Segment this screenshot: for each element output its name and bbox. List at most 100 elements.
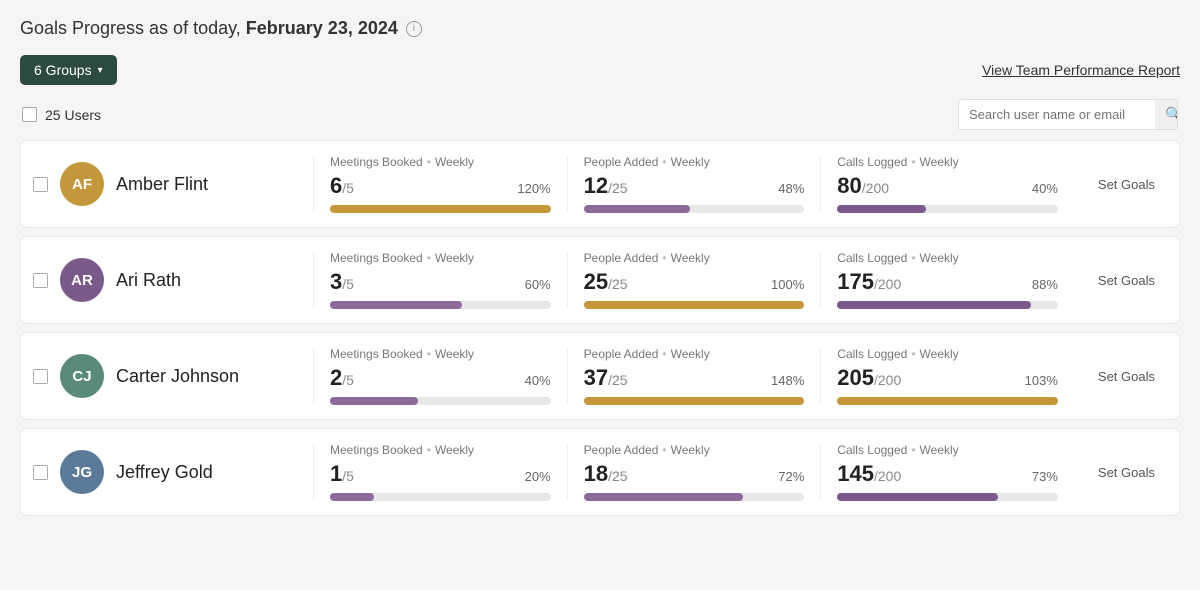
progress-bar-fill	[837, 397, 1058, 405]
metric-label-text: People Added	[584, 155, 659, 169]
metric-label: Calls Logged•Weekly	[837, 347, 1058, 361]
metric-label-text: People Added	[584, 251, 659, 265]
user-checkbox[interactable]	[33, 465, 48, 480]
table-row: AFAmber FlintMeetings Booked•Weekly 6/5 …	[20, 140, 1180, 228]
dot: •	[662, 347, 666, 361]
page-title: Goals Progress as of today, February 23,…	[20, 18, 398, 39]
metric-number: 205	[837, 365, 874, 390]
metric-label-text: Calls Logged	[837, 443, 907, 457]
metric-value: 1/5	[330, 461, 354, 487]
set-goals-button[interactable]: Set Goals	[1090, 173, 1163, 196]
dot: •	[427, 443, 431, 457]
metric-number: 18	[584, 461, 608, 486]
set-goals-button[interactable]: Set Goals	[1090, 269, 1163, 292]
users-bar: 25 Users 🔍	[20, 99, 1180, 130]
toolbar: 6 Groups ▾ View Team Performance Report	[20, 55, 1180, 85]
metric-period: Weekly	[920, 443, 959, 457]
metric-label: People Added•Weekly	[584, 251, 805, 265]
metric-values: 1/5 20%	[330, 461, 551, 487]
metric-goal: /5	[342, 180, 354, 196]
dot: •	[911, 251, 915, 265]
metric-label-text: Meetings Booked	[330, 251, 423, 265]
set-goals-button[interactable]: Set Goals	[1090, 461, 1163, 484]
metric-block: Meetings Booked•Weekly 1/5 20%	[313, 443, 567, 501]
progress-bar-bg	[330, 493, 551, 501]
info-icon[interactable]: i	[406, 21, 422, 37]
metric-number: 3	[330, 269, 342, 294]
metric-period: Weekly	[671, 155, 710, 169]
metric-number: 145	[837, 461, 874, 486]
metric-percent: 40%	[525, 373, 551, 388]
user-checkbox[interactable]	[33, 273, 48, 288]
user-checkbox[interactable]	[33, 369, 48, 384]
dot: •	[911, 155, 915, 169]
search-box: 🔍	[958, 99, 1178, 130]
metric-value: 18/25	[584, 461, 628, 487]
metric-goal: /200	[862, 180, 889, 196]
dot: •	[427, 347, 431, 361]
set-goals-button[interactable]: Set Goals	[1090, 365, 1163, 388]
search-input[interactable]	[959, 101, 1155, 128]
user-name: Amber Flint	[116, 174, 208, 195]
metric-label: Calls Logged•Weekly	[837, 251, 1058, 265]
metric-number: 12	[584, 173, 608, 198]
progress-bar-fill	[584, 397, 805, 405]
metrics-area: Meetings Booked•Weekly 2/5 40% People Ad…	[313, 347, 1074, 405]
progress-bar-bg	[584, 493, 805, 501]
user-name: Jeffrey Gold	[116, 462, 213, 483]
metric-values: 37/25 148%	[584, 365, 805, 391]
metric-label: Meetings Booked•Weekly	[330, 347, 551, 361]
metric-block: Calls Logged•Weekly 175/200 88%	[820, 251, 1074, 309]
metric-values: 175/200 88%	[837, 269, 1058, 295]
progress-bar-bg	[837, 205, 1058, 213]
metric-number: 80	[837, 173, 861, 198]
metric-label: People Added•Weekly	[584, 347, 805, 361]
progress-bar-fill	[837, 493, 998, 501]
user-checkbox[interactable]	[33, 177, 48, 192]
progress-bar-bg	[837, 493, 1058, 501]
metric-number: 25	[584, 269, 608, 294]
metric-label-text: Meetings Booked	[330, 347, 423, 361]
metric-value: 145/200	[837, 461, 901, 487]
metrics-area: Meetings Booked•Weekly 3/5 60% People Ad…	[313, 251, 1074, 309]
progress-bar-bg	[837, 397, 1058, 405]
metric-number: 37	[584, 365, 608, 390]
metric-value: 37/25	[584, 365, 628, 391]
metric-values: 6/5 120%	[330, 173, 551, 199]
metric-value: 2/5	[330, 365, 354, 391]
progress-bar-bg	[584, 397, 805, 405]
view-report-button[interactable]: View Team Performance Report	[982, 62, 1180, 78]
metrics-area: Meetings Booked•Weekly 6/5 120% People A…	[313, 155, 1074, 213]
metric-block: Meetings Booked•Weekly 3/5 60%	[313, 251, 567, 309]
metric-period: Weekly	[671, 251, 710, 265]
table-row: ARAri RathMeetings Booked•Weekly 3/5 60%…	[20, 236, 1180, 324]
metric-number: 6	[330, 173, 342, 198]
metric-values: 145/200 73%	[837, 461, 1058, 487]
metric-label: People Added•Weekly	[584, 155, 805, 169]
metric-block: People Added•Weekly 25/25 100%	[567, 251, 821, 309]
metric-percent: 148%	[771, 373, 804, 388]
metric-percent: 100%	[771, 277, 804, 292]
select-all-checkbox[interactable]	[22, 107, 37, 122]
progress-bar-fill	[330, 301, 462, 309]
progress-bar-bg	[584, 205, 805, 213]
metric-period: Weekly	[920, 251, 959, 265]
table-row: CJCarter JohnsonMeetings Booked•Weekly 2…	[20, 332, 1180, 420]
metric-values: 25/25 100%	[584, 269, 805, 295]
progress-bar-bg	[330, 397, 551, 405]
metric-label: Meetings Booked•Weekly	[330, 251, 551, 265]
metric-period: Weekly	[671, 347, 710, 361]
metric-label-text: Meetings Booked	[330, 443, 423, 457]
metric-label-text: People Added	[584, 443, 659, 457]
metric-percent: 72%	[778, 469, 804, 484]
search-button[interactable]: 🔍	[1155, 100, 1178, 129]
users-count-label: 25 Users	[45, 107, 101, 123]
metric-label-text: Calls Logged	[837, 155, 907, 169]
progress-bar-bg	[837, 301, 1058, 309]
users-list: AFAmber FlintMeetings Booked•Weekly 6/5 …	[20, 140, 1180, 524]
progress-bar-fill	[584, 205, 690, 213]
metric-block: Meetings Booked•Weekly 2/5 40%	[313, 347, 567, 405]
metric-goal: /25	[608, 468, 627, 484]
groups-button[interactable]: 6 Groups ▾	[20, 55, 117, 85]
metric-value: 80/200	[837, 173, 889, 199]
